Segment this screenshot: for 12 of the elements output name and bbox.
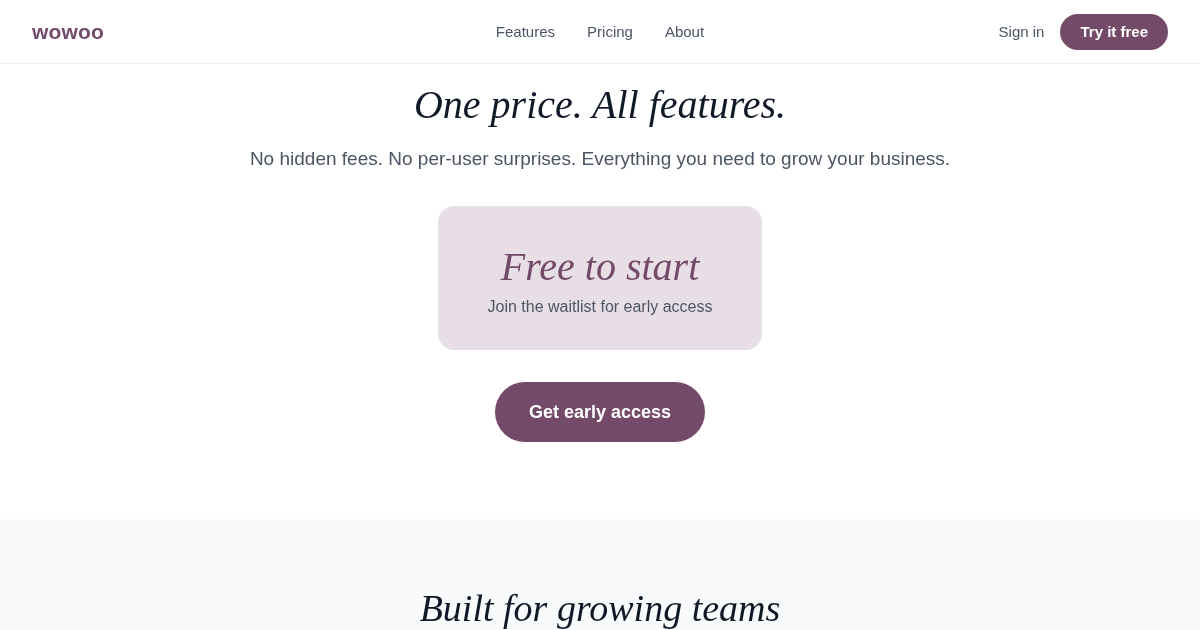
nav-link[interactable]: Pricing bbox=[587, 23, 633, 40]
nav-link[interactable]: Features bbox=[495, 23, 556, 40]
section-heading: Built for growing teams bbox=[419, 586, 781, 630]
hero-heading: One price. All features. bbox=[413, 81, 787, 129]
sign-in-link[interactable]: Sign in bbox=[998, 23, 1045, 40]
logo[interactable]: wowoo bbox=[32, 19, 105, 44]
price-note: Join the waitlist for early access bbox=[487, 297, 713, 317]
early-access-button[interactable]: Get early access bbox=[495, 382, 705, 442]
nav-link[interactable]: About bbox=[664, 23, 705, 40]
price-heading: Free to start bbox=[500, 244, 700, 290]
hero-subtitle: No hidden fees. No per-user surprises. Everything you need to grow your business. bbox=[249, 147, 951, 171]
try-free-button[interactable]: Try it free bbox=[1060, 13, 1168, 50]
